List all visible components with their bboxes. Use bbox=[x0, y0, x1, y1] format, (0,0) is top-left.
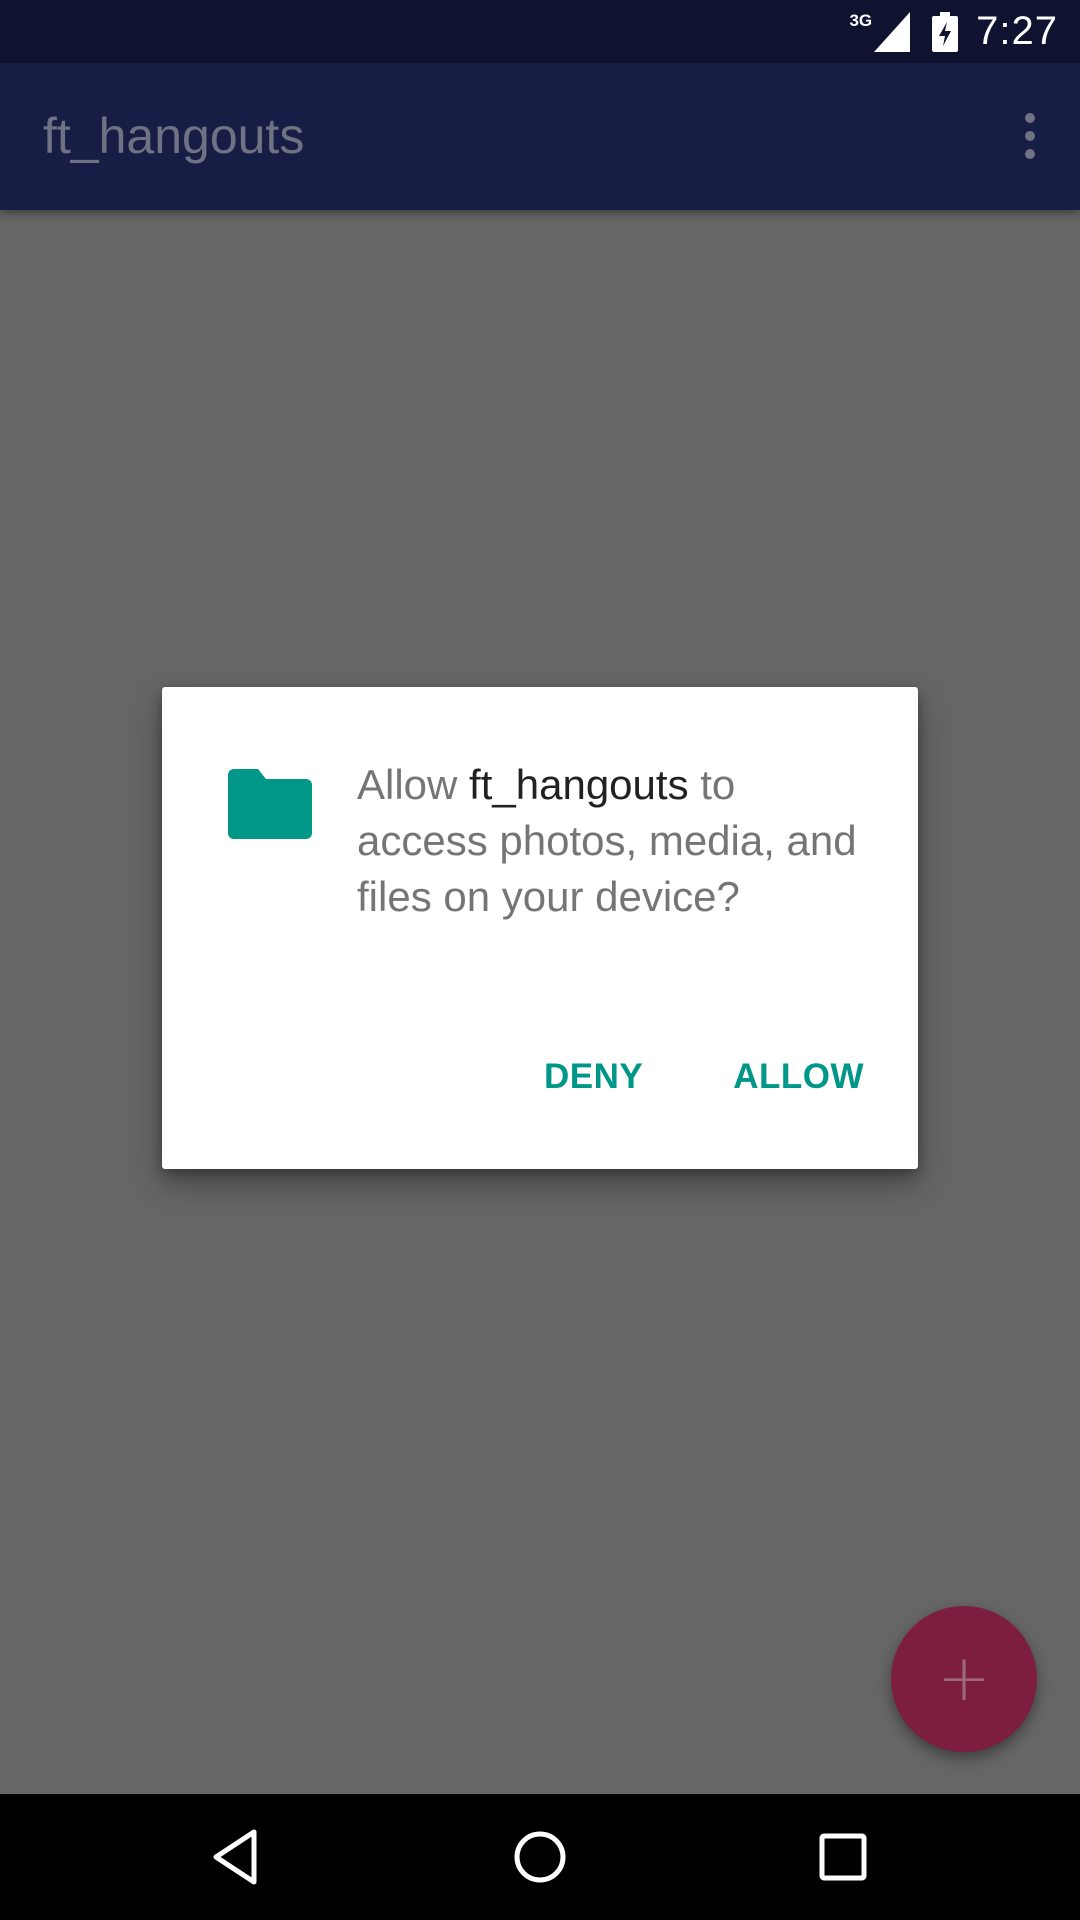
plus-icon: + bbox=[937, 1642, 991, 1716]
network-type-label: 3G bbox=[849, 10, 873, 30]
allow-button[interactable]: ALLOW bbox=[733, 1057, 864, 1097]
home-icon[interactable] bbox=[507, 1824, 573, 1890]
message-prefix: Allow bbox=[357, 761, 470, 808]
signal-icon bbox=[874, 11, 911, 52]
back-icon[interactable] bbox=[204, 1824, 270, 1890]
status-bar: 3G 7:27 bbox=[0, 0, 1080, 63]
permission-dialog: Allow ft_hangouts to access photos, medi… bbox=[162, 687, 918, 1169]
app-bar: ft_hangouts bbox=[0, 63, 1080, 210]
add-contact-button[interactable]: + bbox=[891, 1606, 1037, 1752]
navigation-bar bbox=[0, 1794, 1080, 1920]
network-indicator: 3G bbox=[849, 10, 911, 52]
app-title: ft_hangouts bbox=[43, 108, 305, 164]
folder-icon bbox=[228, 769, 312, 839]
recents-icon[interactable] bbox=[810, 1824, 876, 1890]
status-time: 7:27 bbox=[976, 9, 1058, 53]
battery-charging-icon bbox=[932, 11, 959, 52]
screen: 3G 7:27 ft_hangouts + Allow ft_hangouts … bbox=[0, 0, 1080, 1920]
dialog-buttons: DENY ALLOW bbox=[544, 1057, 864, 1097]
battery-indicator bbox=[932, 11, 959, 52]
overflow-menu-button[interactable] bbox=[1000, 101, 1060, 171]
deny-button[interactable]: DENY bbox=[544, 1057, 643, 1097]
overflow-menu-icon bbox=[1025, 113, 1035, 123]
dialog-message: Allow ft_hangouts to access photos, medi… bbox=[357, 757, 877, 925]
message-app-name: ft_hangouts bbox=[469, 761, 689, 808]
